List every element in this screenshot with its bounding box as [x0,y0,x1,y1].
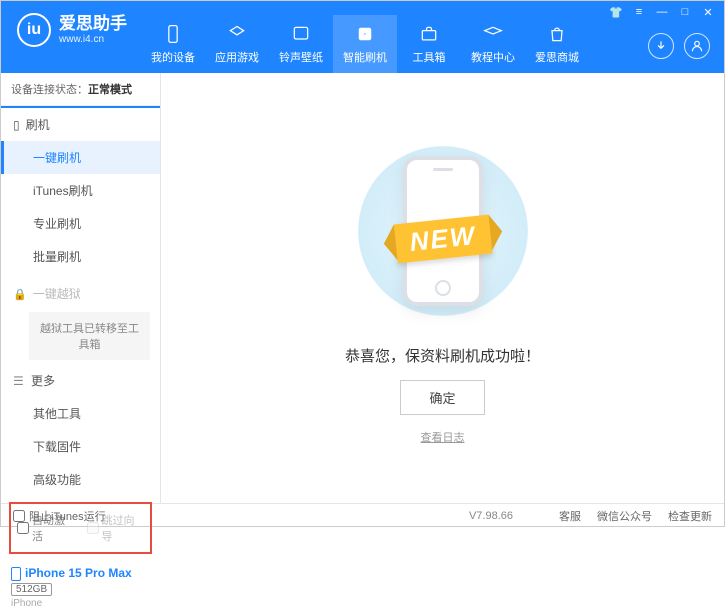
nav-toolbox[interactable]: 工具箱 [397,15,461,73]
nav-my-device[interactable]: 我的设备 [141,15,205,73]
user-button[interactable] [684,33,710,59]
sidebar-item-advanced[interactable]: 高级功能 [1,463,160,496]
menu-button[interactable]: ≡ [629,4,649,20]
sidebar-item-batch-flash[interactable]: 批量刷机 [1,240,160,273]
success-message: 恭喜您，保资料刷机成功啦！ [345,345,540,366]
device-storage-badge: 512GB [11,583,52,596]
skin-button[interactable]: 👕 [606,4,626,20]
sidebar: 设备连接状态：正常模式 ▯ 刷机 一键刷机 iTunes刷机 专业刷机 批量刷机… [1,73,161,503]
confirm-button[interactable]: 确定 [400,380,484,415]
phone-small-icon [11,567,21,581]
footer-link-update[interactable]: 检查更新 [668,508,712,524]
device-model: iPhone [11,598,150,609]
hamburger-icon [13,374,25,388]
close-button[interactable]: ✕ [698,4,718,20]
section-flash[interactable]: ▯ 刷机 [1,106,160,141]
success-illustration: NEW [353,131,533,331]
toolbox-icon [418,23,440,45]
sidebar-item-itunes-flash[interactable]: iTunes刷机 [1,174,160,207]
footer-link-support[interactable]: 客服 [559,508,581,524]
nav-apps-games[interactable]: 应用游戏 [205,15,269,73]
connected-device[interactable]: iPhone 15 Pro Max 512GB iPhone [1,560,160,615]
main-content: NEW 恭喜您，保资料刷机成功啦！ 确定 查看日志 [161,73,724,503]
apps-icon [226,23,248,45]
window-controls: 👕 ≡ — □ ✕ [606,4,718,20]
nav-ringtone-wallpaper[interactable]: 铃声壁纸 [269,15,333,73]
sidebar-item-other-tools[interactable]: 其他工具 [1,397,160,430]
store-icon [546,23,568,45]
device-icon [162,23,184,45]
phone-icon: ▯ [13,118,20,132]
version-label: V7.98.66 [469,510,513,522]
jailbreak-note[interactable]: 越狱工具已转移至工具箱 [29,312,150,360]
connection-status: 设备连接状态：正常模式 [1,73,160,106]
flash-icon [354,23,376,45]
sidebar-item-pro-flash[interactable]: 专业刷机 [1,207,160,240]
view-log-link[interactable]: 查看日志 [421,429,465,445]
footer-link-wechat[interactable]: 微信公众号 [597,508,652,524]
main-nav: 我的设备 应用游戏 铃声壁纸 智能刷机 工具箱 教程中心 爱思商城 [141,15,589,73]
brand: iu 爱思助手 www.i4.cn [17,13,127,47]
section-more[interactable]: 更多 [1,364,160,397]
brand-title: 爱思助手 [59,15,127,34]
header: 👕 ≡ — □ ✕ iu 爱思助手 www.i4.cn 我的设备 应用游戏 铃声… [1,1,724,73]
brand-logo: iu [17,13,51,47]
skip-setup-checkbox[interactable]: 跳过向导 [87,512,145,544]
sidebar-item-download-firmware[interactable]: 下载固件 [1,430,160,463]
maximize-button[interactable]: □ [675,4,695,20]
sidebar-item-one-click-flash[interactable]: 一键刷机 [1,141,160,174]
download-button[interactable] [648,33,674,59]
nav-store[interactable]: 爱思商城 [525,15,589,73]
nav-smart-flash[interactable]: 智能刷机 [333,15,397,73]
minimize-button[interactable]: — [652,4,672,20]
section-jailbreak: 一键越狱 [1,277,160,310]
nav-tutorials[interactable]: 教程中心 [461,15,525,73]
tutorials-icon [482,23,504,45]
ringtone-icon [290,23,312,45]
lock-icon [13,287,27,301]
brand-subtitle: www.i4.cn [59,34,127,45]
header-actions [648,33,710,59]
